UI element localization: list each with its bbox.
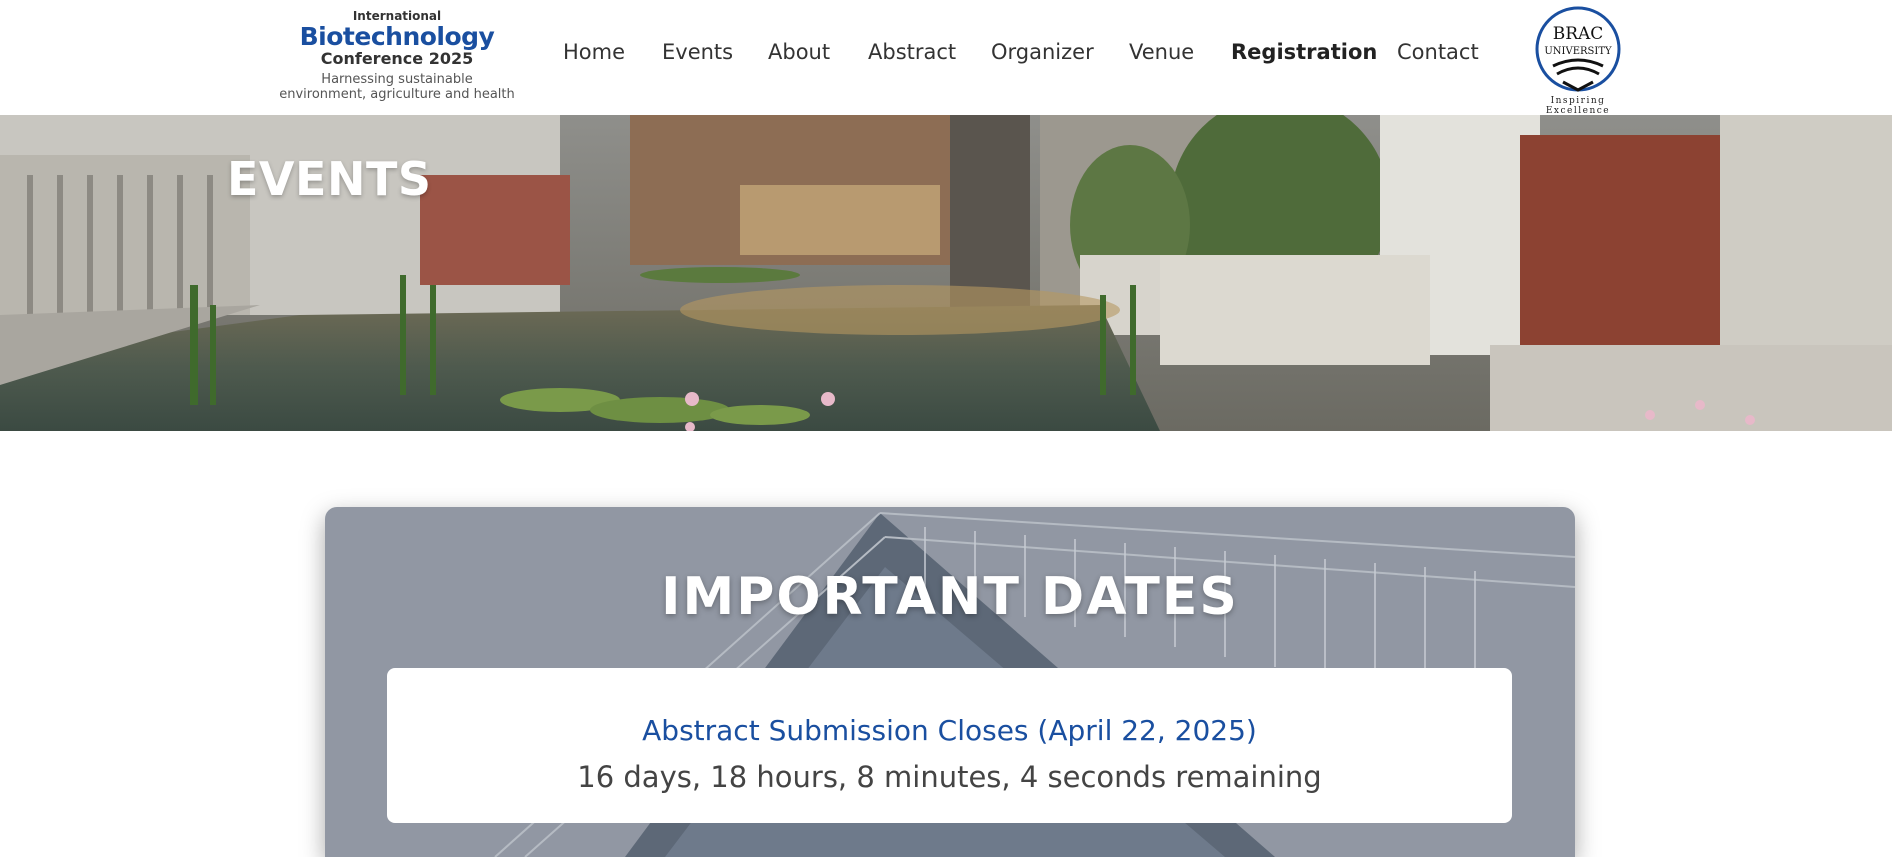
brac-logo-line1: BRAC <box>1553 24 1604 44</box>
logo-line-conference: Conference 2025 <box>320 49 474 68</box>
brac-university-logo[interactable]: BRAC UNIVERSITY Inspiring Excellence <box>1518 4 1638 116</box>
nav-venue[interactable]: Venue <box>1129 40 1194 64</box>
nav-about[interactable]: About <box>768 40 830 64</box>
important-dates-section: IMPORTANT DATES Abstract Submission Clos… <box>325 507 1575 857</box>
nav-abstract[interactable]: Abstract <box>868 40 956 64</box>
logo-tagline-1: Harnessing sustainable <box>321 72 473 87</box>
nav-organizer[interactable]: Organizer <box>991 40 1094 64</box>
logo-line-biotechnology: Biotechnology <box>299 22 495 51</box>
site-header: International Biotechnology Conference 2… <box>0 0 1892 116</box>
hero-banner: EVENTS <box>0 115 1892 431</box>
countdown-card: Abstract Submission Closes (April 22, 20… <box>387 668 1512 823</box>
brac-logo-line2: UNIVERSITY <box>1544 46 1612 57</box>
countdown-label: Abstract Submission Closes (April 22, 20… <box>642 714 1257 747</box>
important-dates-heading: IMPORTANT DATES <box>661 567 1239 627</box>
logo-tagline-2: environment, agriculture and health <box>279 87 515 102</box>
brac-emblem-icon: BRAC UNIVERSITY <box>1535 6 1621 92</box>
nav-contact[interactable]: Contact <box>1397 40 1479 64</box>
brac-tagline: Inspiring Excellence <box>1545 96 1611 116</box>
nav-events[interactable]: Events <box>662 40 733 64</box>
countdown-remaining: 16 days, 18 hours, 8 minutes, 4 seconds … <box>577 760 1322 794</box>
nav-home[interactable]: Home <box>563 40 625 64</box>
page-title: EVENTS <box>227 152 432 206</box>
nav-registration[interactable]: Registration <box>1231 40 1377 64</box>
conference-logo[interactable]: International Biotechnology Conference 2… <box>272 8 522 104</box>
